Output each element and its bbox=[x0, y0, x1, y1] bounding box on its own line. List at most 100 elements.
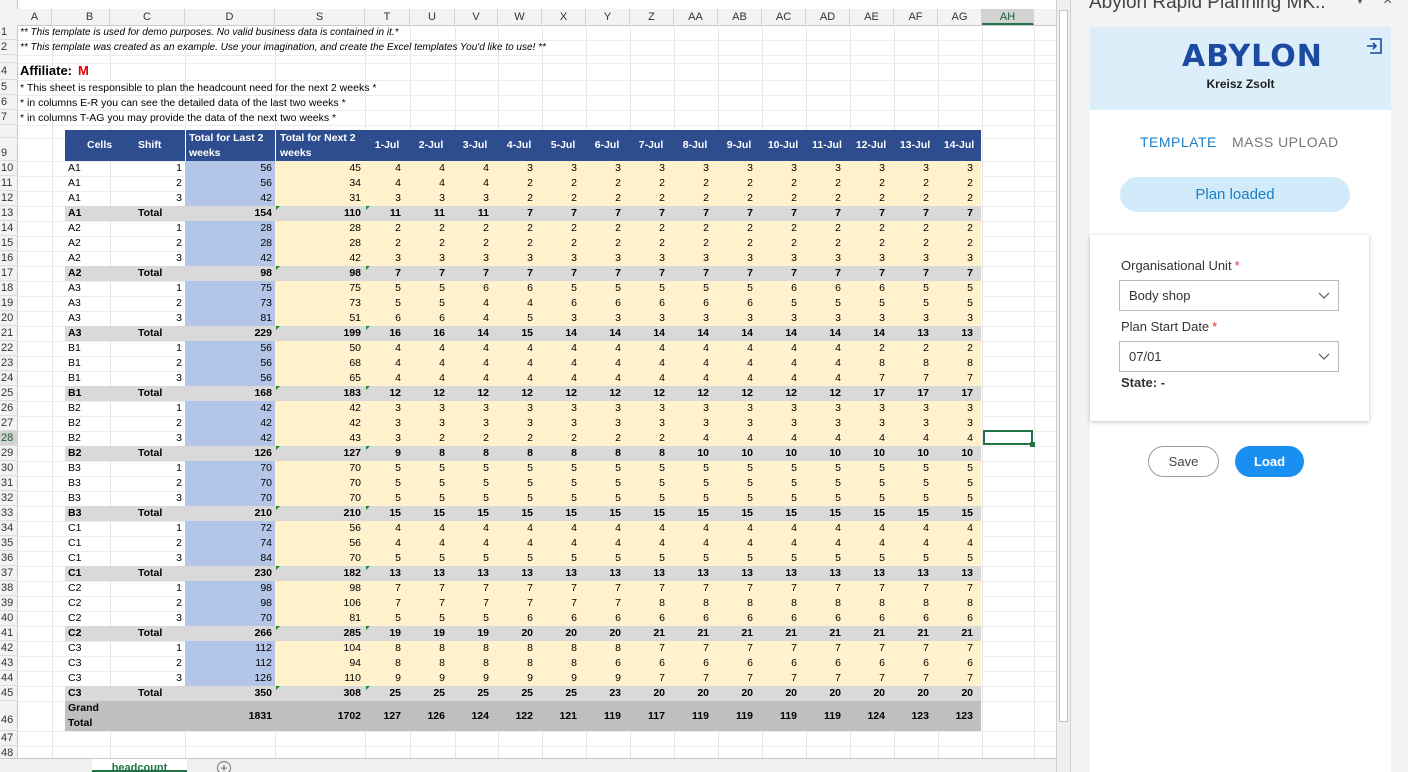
table-cell-day[interactable]: 3 bbox=[805, 251, 849, 266]
row-header-13[interactable]: 13 bbox=[0, 206, 18, 221]
table-cell-day[interactable]: 4 bbox=[541, 341, 585, 356]
table-cell-shift[interactable]: 1 bbox=[115, 281, 185, 296]
table-cell-shift[interactable]: Total bbox=[115, 686, 185, 701]
table-cell-day[interactable]: 3 bbox=[541, 161, 585, 176]
row-header-15[interactable]: 15 bbox=[0, 236, 18, 251]
row-header-38[interactable]: 38 bbox=[0, 581, 18, 596]
table-cell-day[interactable]: 5 bbox=[585, 491, 629, 506]
table-cell-day[interactable]: 2 bbox=[541, 191, 585, 206]
table-cell-day[interactable]: 11 bbox=[365, 206, 409, 221]
table-cell-name[interactable]: B3 bbox=[65, 506, 115, 521]
table-cell-shift[interactable]: 2 bbox=[115, 356, 185, 371]
table-cell-day[interactable]: 13 bbox=[893, 566, 937, 581]
table-cell-last2[interactable]: 350 bbox=[185, 686, 275, 701]
table-cell-day[interactable]: 6 bbox=[629, 611, 673, 626]
table-cell-day[interactable]: 5 bbox=[937, 476, 981, 491]
table-cell-day[interactable]: 7 bbox=[629, 581, 673, 596]
table-cell-day[interactable]: 7 bbox=[761, 641, 805, 656]
table-cell-day[interactable]: 3 bbox=[497, 251, 541, 266]
table-cell-day[interactable]: 4 bbox=[541, 371, 585, 386]
table-cell-day[interactable]: 5 bbox=[497, 551, 541, 566]
table-cell-day[interactable]: 4 bbox=[365, 371, 409, 386]
table-cell-last2[interactable]: 70 bbox=[185, 461, 275, 476]
table-cell-next2[interactable]: 104 bbox=[275, 641, 365, 656]
table-cell-day[interactable]: 5 bbox=[585, 461, 629, 476]
column-header-b[interactable]: B bbox=[70, 9, 110, 25]
row-header-26[interactable]: 26 bbox=[0, 401, 18, 416]
table-cell-day[interactable]: 7 bbox=[937, 671, 981, 686]
table-cell-day[interactable]: 4 bbox=[937, 536, 981, 551]
table-cell-day[interactable]: 21 bbox=[629, 626, 673, 641]
table-cell-next2[interactable]: 110 bbox=[275, 206, 365, 221]
table-cell-day[interactable]: 5 bbox=[409, 461, 453, 476]
table-cell-day[interactable]: 5 bbox=[585, 476, 629, 491]
tab-mass-upload[interactable]: MASS UPLOAD bbox=[1232, 134, 1339, 150]
table-cell-next2[interactable]: 73 bbox=[275, 296, 365, 311]
table-cell-next2[interactable]: 45 bbox=[275, 161, 365, 176]
table-cell-day[interactable]: 2 bbox=[893, 236, 937, 251]
table-cell-day[interactable]: 3 bbox=[497, 416, 541, 431]
table-cell-next2[interactable]: 56 bbox=[275, 521, 365, 536]
row-header-9[interactable]: 9 bbox=[0, 138, 18, 161]
table-cell-day[interactable]: 15 bbox=[805, 506, 849, 521]
table-cell-next2[interactable]: 127 bbox=[275, 446, 365, 461]
table-cell-day[interactable]: 2 bbox=[937, 176, 981, 191]
row-header-32[interactable]: 32 bbox=[0, 491, 18, 506]
table-cell-name[interactable]: A1 bbox=[65, 206, 115, 221]
table-cell-day[interactable]: 4 bbox=[409, 176, 453, 191]
table-cell-last2[interactable]: 56 bbox=[185, 371, 275, 386]
column-header-u[interactable]: U bbox=[410, 9, 455, 25]
table-cell-day[interactable]: 8 bbox=[497, 656, 541, 671]
table-cell-day[interactable]: 4 bbox=[541, 356, 585, 371]
table-cell-day[interactable]: 20 bbox=[849, 686, 893, 701]
table-cell-day[interactable]: 3 bbox=[673, 401, 717, 416]
table-cell-next2[interactable]: 70 bbox=[275, 461, 365, 476]
row-header-5[interactable]: 5 bbox=[0, 80, 18, 95]
grand-total-day[interactable]: 119 bbox=[717, 701, 761, 731]
table-cell-day[interactable]: 2 bbox=[453, 221, 497, 236]
table-cell-day[interactable]: 7 bbox=[937, 371, 981, 386]
table-cell-last2[interactable]: 168 bbox=[185, 386, 275, 401]
table-cell-day[interactable]: 3 bbox=[585, 161, 629, 176]
table-cell-day[interactable]: 7 bbox=[849, 266, 893, 281]
grand-total-shift[interactable] bbox=[115, 701, 185, 731]
table-cell-day[interactable]: 2 bbox=[673, 176, 717, 191]
table-cell-day[interactable]: 6 bbox=[673, 656, 717, 671]
table-cell-day[interactable]: 2 bbox=[937, 236, 981, 251]
row-header-34[interactable]: 34 bbox=[0, 521, 18, 536]
table-cell-day[interactable]: 8 bbox=[629, 596, 673, 611]
column-header-w[interactable]: W bbox=[498, 9, 542, 25]
table-cell-day[interactable]: 3 bbox=[541, 251, 585, 266]
table-cell-day[interactable]: 4 bbox=[629, 341, 673, 356]
table-cell-day[interactable]: 3 bbox=[629, 416, 673, 431]
table-cell-name[interactable]: B1 bbox=[65, 371, 115, 386]
table-cell-day[interactable]: 2 bbox=[365, 221, 409, 236]
table-cell-day[interactable]: 7 bbox=[849, 671, 893, 686]
column-header-t[interactable]: T bbox=[365, 9, 410, 25]
table-cell-day[interactable]: 5 bbox=[761, 461, 805, 476]
vertical-scrollbar[interactable] bbox=[1056, 0, 1070, 772]
table-cell-last2[interactable]: 266 bbox=[185, 626, 275, 641]
table-cell-day[interactable]: 7 bbox=[673, 641, 717, 656]
table-cell-day[interactable]: 4 bbox=[673, 356, 717, 371]
row-header-22[interactable]: 22 bbox=[0, 341, 18, 356]
table-cell-day[interactable]: 12 bbox=[365, 386, 409, 401]
table-cell-day[interactable]: 7 bbox=[761, 266, 805, 281]
table-cell-day[interactable]: 3 bbox=[849, 161, 893, 176]
table-cell-shift[interactable]: 1 bbox=[115, 161, 185, 176]
table-cell-day[interactable]: 4 bbox=[717, 356, 761, 371]
table-cell-day[interactable]: 10 bbox=[717, 446, 761, 461]
table-cell-day[interactable]: 6 bbox=[673, 611, 717, 626]
table-cell-day[interactable]: 8 bbox=[409, 641, 453, 656]
table-cell-name[interactable]: A3 bbox=[65, 296, 115, 311]
table-cell-day[interactable]: 6 bbox=[409, 311, 453, 326]
table-cell-day[interactable]: 20 bbox=[805, 686, 849, 701]
table-cell-day[interactable]: 2 bbox=[541, 221, 585, 236]
table-cell-day[interactable]: 20 bbox=[497, 626, 541, 641]
row-header-17[interactable]: 17 bbox=[0, 266, 18, 281]
table-cell-shift[interactable]: Total bbox=[115, 566, 185, 581]
table-cell-day[interactable]: 20 bbox=[629, 686, 673, 701]
table-cell-day[interactable]: 9 bbox=[453, 671, 497, 686]
table-cell-day[interactable]: 2 bbox=[849, 176, 893, 191]
table-cell-next2[interactable]: 68 bbox=[275, 356, 365, 371]
